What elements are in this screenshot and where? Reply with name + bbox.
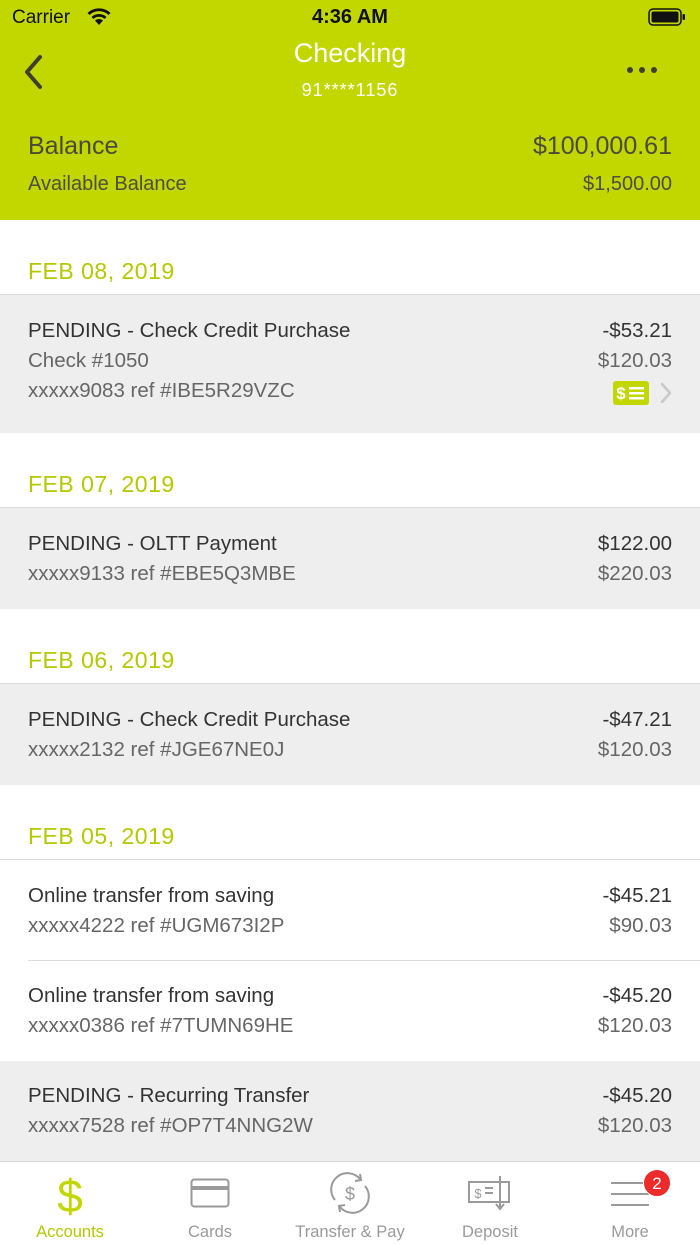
- transaction-amount: -$45.20: [602, 984, 672, 1007]
- transaction-ref: xxxxx9083 ref #IBE5R29VZC: [28, 379, 295, 402]
- notification-badge: 2: [643, 1169, 671, 1197]
- transaction-title: PENDING - Recurring Transfer: [28, 1084, 310, 1107]
- transaction-title: Online transfer from saving: [28, 884, 275, 907]
- tab-label: Cards: [187, 1223, 232, 1241]
- tab-label: Deposit: [462, 1223, 518, 1241]
- transaction-amount: -$45.20: [602, 1084, 672, 1107]
- account-number: 91****1156: [301, 80, 399, 100]
- date-header: FEB 06, 2019: [28, 647, 175, 673]
- transfer-icon: $: [330, 1172, 370, 1214]
- transaction-ref: xxxxx2132 ref #JGE67NE0J: [28, 738, 285, 761]
- transaction-row[interactable]: PENDING - Check Credit Purchase Check #1…: [0, 294, 700, 433]
- deposit-icon: $: [468, 1176, 510, 1211]
- dollar-icon: $: [57, 1172, 83, 1218]
- page-title: Checking: [293, 38, 407, 68]
- account-header: Carrier 4:36 AM Checking 91****1156 Bala…: [0, 0, 700, 220]
- tab-label: Accounts: [36, 1223, 104, 1241]
- running-balance: $120.03: [597, 738, 672, 761]
- running-balance: $120.03: [597, 349, 672, 372]
- more-options-button[interactable]: [622, 58, 662, 82]
- date-header: FEB 05, 2019: [28, 823, 175, 849]
- transaction-ref: xxxxx7528 ref #OP7T4NNG2W: [28, 1114, 313, 1137]
- tab-transfer-pay[interactable]: $ Transfer & Pay: [280, 1162, 420, 1244]
- date-header: FEB 08, 2019: [28, 258, 175, 284]
- transaction-title: Online transfer from saving: [28, 984, 275, 1007]
- balance-value: $100,000.61: [532, 132, 672, 160]
- tab-deposit[interactable]: $ Deposit: [420, 1162, 560, 1244]
- transaction-amount: -$47.21: [602, 708, 672, 731]
- svg-text:$: $: [474, 1186, 482, 1201]
- clock: 4:36 AM: [312, 6, 388, 28]
- transaction-title: PENDING - Check Credit Purchase: [28, 319, 351, 342]
- svg-text:$: $: [57, 1172, 83, 1218]
- transaction-amount: -$45.21: [602, 884, 672, 907]
- tab-label: More: [611, 1223, 649, 1241]
- tab-bar: $ Accounts Cards $ Transfer & Pay $ Depo…: [0, 1161, 700, 1244]
- transaction-amount: $122.00: [597, 532, 672, 555]
- transaction-row[interactable]: PENDING - Check Credit Purchase xxxxx213…: [0, 683, 700, 785]
- running-balance: $120.03: [597, 1114, 672, 1137]
- transaction-ref: xxxxx4222 ref #UGM673I2P: [28, 914, 285, 937]
- svg-text:$: $: [616, 384, 626, 403]
- transaction-ref: xxxxx0386 ref #7TUMN69HE: [28, 1014, 294, 1037]
- check-image-icon[interactable]: $: [612, 380, 650, 406]
- transaction-row[interactable]: Online transfer from saving xxxxx0386 re…: [0, 960, 700, 1061]
- transaction-title: PENDING - Check Credit Purchase: [28, 708, 351, 731]
- status-bar: Carrier 4:36 AM: [0, 0, 700, 36]
- balance-label: Balance: [28, 132, 119, 160]
- available-balance-value: $1,500.00: [583, 173, 672, 195]
- tab-cards[interactable]: Cards: [140, 1162, 280, 1244]
- transaction-row[interactable]: Online transfer from saving xxxxx4222 re…: [0, 859, 700, 960]
- transaction-title: PENDING - OLTT Payment: [28, 532, 277, 555]
- transaction-row[interactable]: PENDING - Recurring Transfer xxxxx7528 r…: [0, 1061, 700, 1162]
- running-balance: $220.03: [597, 562, 672, 585]
- chevron-right-icon[interactable]: [658, 381, 674, 405]
- tab-accounts[interactable]: $ Accounts: [0, 1162, 140, 1244]
- tab-label: Transfer & Pay: [295, 1223, 405, 1241]
- available-balance-label: Available Balance: [28, 173, 187, 195]
- svg-text:$: $: [345, 1184, 355, 1204]
- running-balance: $120.03: [597, 1014, 672, 1037]
- running-balance: $90.03: [609, 914, 672, 937]
- check-number: Check #1050: [28, 349, 149, 372]
- battery-icon: [648, 8, 685, 26]
- tab-more[interactable]: 2 More: [560, 1162, 700, 1244]
- transaction-ref: xxxxx9133 ref #EBE5Q3MBE: [28, 562, 296, 585]
- date-header: FEB 07, 2019: [28, 471, 175, 497]
- transaction-amount: -$53.21: [602, 319, 672, 342]
- transaction-row[interactable]: PENDING - OLTT Payment xxxxx9133 ref #EB…: [0, 507, 700, 609]
- card-icon: [190, 1178, 230, 1208]
